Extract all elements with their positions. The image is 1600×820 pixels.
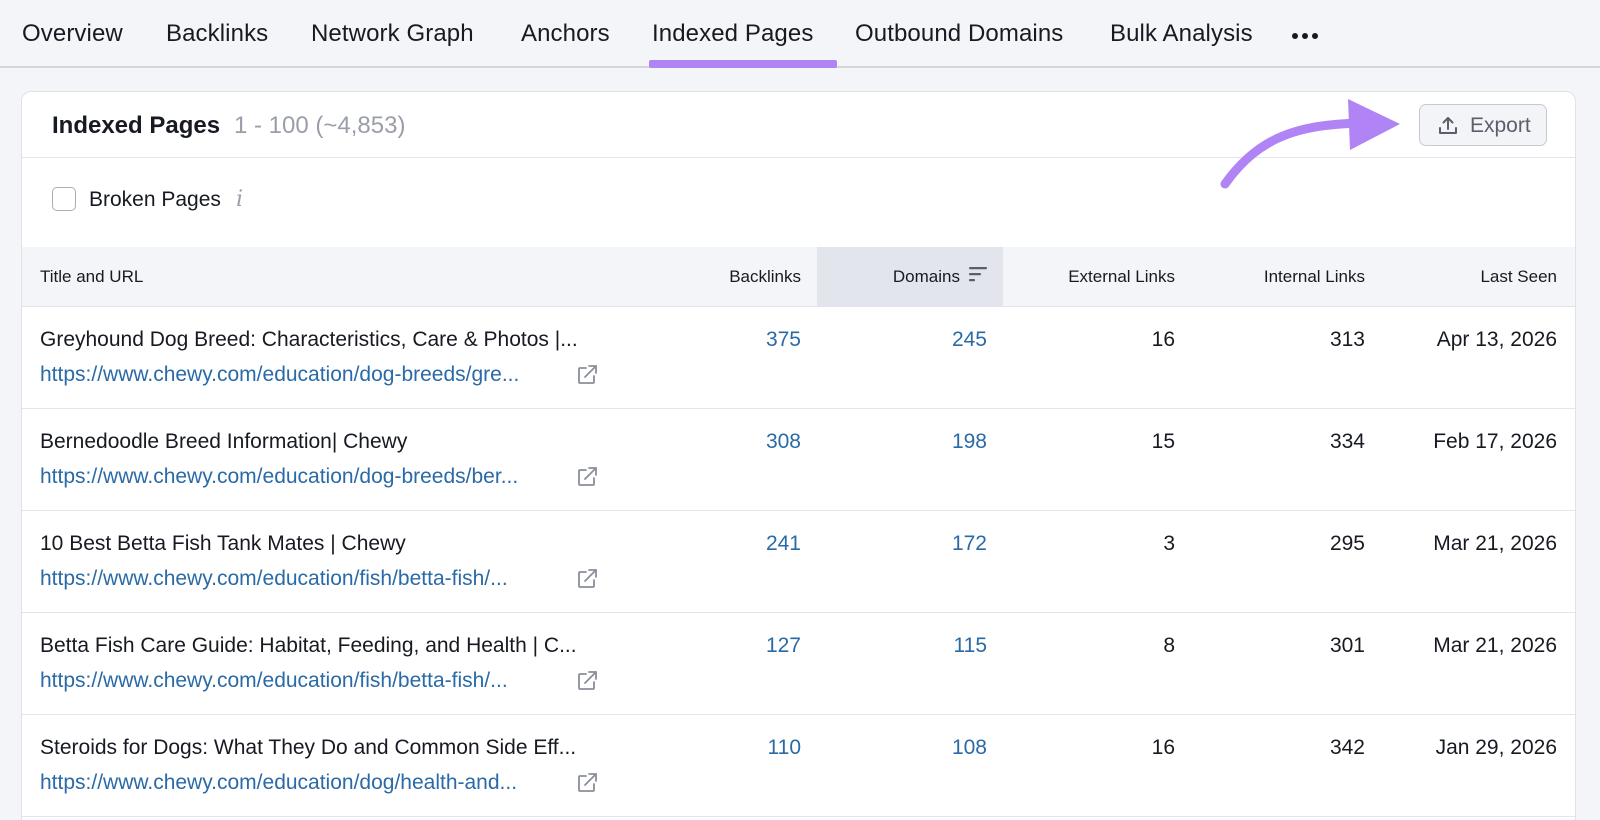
- domains-value[interactable]: 115: [954, 634, 987, 658]
- external-links-value: 16: [1151, 328, 1175, 351]
- internal-links-value: 342: [1329, 736, 1365, 759]
- external-link-icon[interactable]: [575, 363, 599, 387]
- last-seen-value: Jan 29, 2026: [1435, 736, 1557, 759]
- result-count: 1 - 100 (~4,853): [234, 112, 406, 139]
- column-internal-links[interactable]: Internal Links: [1264, 267, 1365, 287]
- row-title: 10 Best Betta Fish Tank Mates | Chewy: [40, 532, 406, 555]
- row-url-link[interactable]: https://www.chewy.com/education/dog-bree…: [40, 465, 518, 489]
- export-label: Export: [1470, 114, 1531, 137]
- broken-pages-checkbox[interactable]: [52, 187, 76, 211]
- sort-icon[interactable]: [969, 266, 987, 282]
- row-url-link[interactable]: https://www.chewy.com/education/dog-bree…: [40, 363, 519, 387]
- external-links-value: 3: [1163, 532, 1175, 555]
- page-title: Indexed Pages: [52, 112, 221, 139]
- info-icon[interactable]: i: [236, 187, 243, 212]
- external-links-value: 16: [1151, 736, 1175, 759]
- row-url-link[interactable]: https://www.chewy.com/education/fish/bet…: [40, 567, 508, 591]
- row-title: Greyhound Dog Breed: Characteristics, Ca…: [40, 328, 578, 351]
- backlinks-value[interactable]: 375: [766, 328, 801, 352]
- internal-links-value: 301: [1329, 634, 1365, 657]
- tab-bulk-analysis[interactable]: Bulk Analysis: [1110, 20, 1253, 48]
- external-link-icon[interactable]: [575, 567, 599, 591]
- table-header: Title and URL Backlinks Domains External…: [22, 247, 1575, 307]
- table-row: Steroids for Dogs: What They Do and Comm…: [22, 716, 1575, 817]
- external-link-icon[interactable]: [575, 669, 599, 693]
- last-seen-value: Apr 13, 2026: [1436, 328, 1557, 351]
- row-url-link[interactable]: https://www.chewy.com/education/fish/bet…: [40, 669, 508, 693]
- export-button[interactable]: Export: [1419, 104, 1547, 146]
- external-links-value: 15: [1151, 430, 1175, 453]
- filter-row: Broken Pages i: [22, 159, 1575, 247]
- column-domains[interactable]: Domains: [893, 267, 960, 287]
- table-row: Greyhound Dog Breed: Characteristics, Ca…: [22, 308, 1575, 409]
- external-link-icon[interactable]: [575, 771, 599, 795]
- last-seen-value: Feb 17, 2026: [1433, 430, 1557, 453]
- card-header: Indexed Pages 1 - 100 (~4,853) Export: [22, 92, 1575, 158]
- backlinks-value[interactable]: 110: [768, 736, 801, 760]
- backlinks-value[interactable]: 241: [766, 532, 801, 556]
- row-url-link[interactable]: https://www.chewy.com/education/dog/heal…: [40, 771, 517, 795]
- column-external-links[interactable]: External Links: [1068, 267, 1175, 287]
- internal-links-value: 334: [1329, 430, 1365, 453]
- internal-links-value: 313: [1329, 328, 1365, 351]
- tab-outbound-domains[interactable]: Outbound Domains: [855, 20, 1063, 48]
- tab-overview[interactable]: Overview: [22, 20, 123, 48]
- broken-pages-label[interactable]: Broken Pages: [89, 188, 221, 212]
- table-row: Betta Fish Care Guide: Habitat, Feeding,…: [22, 614, 1575, 715]
- export-upload-icon: [1439, 117, 1457, 134]
- last-seen-value: Mar 21, 2026: [1433, 532, 1557, 555]
- external-links-value: 8: [1163, 634, 1175, 657]
- column-backlinks[interactable]: Backlinks: [729, 267, 801, 287]
- domains-value[interactable]: 198: [952, 430, 987, 454]
- backlinks-value[interactable]: 127: [766, 634, 801, 658]
- tab-indexed-pages[interactable]: Indexed Pages: [652, 20, 813, 48]
- last-seen-value: Mar 21, 2026: [1433, 634, 1557, 657]
- active-tab-indicator: [649, 60, 837, 68]
- tab-anchors[interactable]: Anchors: [521, 20, 610, 48]
- table-row: Bernedoodle Breed Information| Chewy htt…: [22, 410, 1575, 511]
- backlinks-value[interactable]: 308: [766, 430, 801, 454]
- column-last-seen[interactable]: Last Seen: [1480, 267, 1557, 287]
- column-title-url[interactable]: Title and URL: [40, 267, 143, 287]
- internal-links-value: 295: [1329, 532, 1365, 555]
- table-row: 10 Best Betta Fish Tank Mates | Chewy ht…: [22, 512, 1575, 613]
- indexed-pages-card: Indexed Pages 1 - 100 (~4,853) Export Br…: [21, 91, 1576, 820]
- domains-value[interactable]: 172: [952, 532, 987, 556]
- row-title: Bernedoodle Breed Information| Chewy: [40, 430, 408, 453]
- tab-backlinks[interactable]: Backlinks: [166, 20, 268, 48]
- row-title: Betta Fish Care Guide: Habitat, Feeding,…: [40, 634, 577, 657]
- more-horizontal-icon[interactable]: [1292, 30, 1322, 42]
- domains-value[interactable]: 245: [952, 328, 987, 352]
- row-title: Steroids for Dogs: What They Do and Comm…: [40, 736, 577, 759]
- tab-network-graph[interactable]: Network Graph: [311, 20, 474, 48]
- external-link-icon[interactable]: [575, 465, 599, 489]
- nav-tabs: Overview Backlinks Network Graph Anchors…: [0, 0, 1600, 68]
- domains-value[interactable]: 108: [952, 736, 987, 760]
